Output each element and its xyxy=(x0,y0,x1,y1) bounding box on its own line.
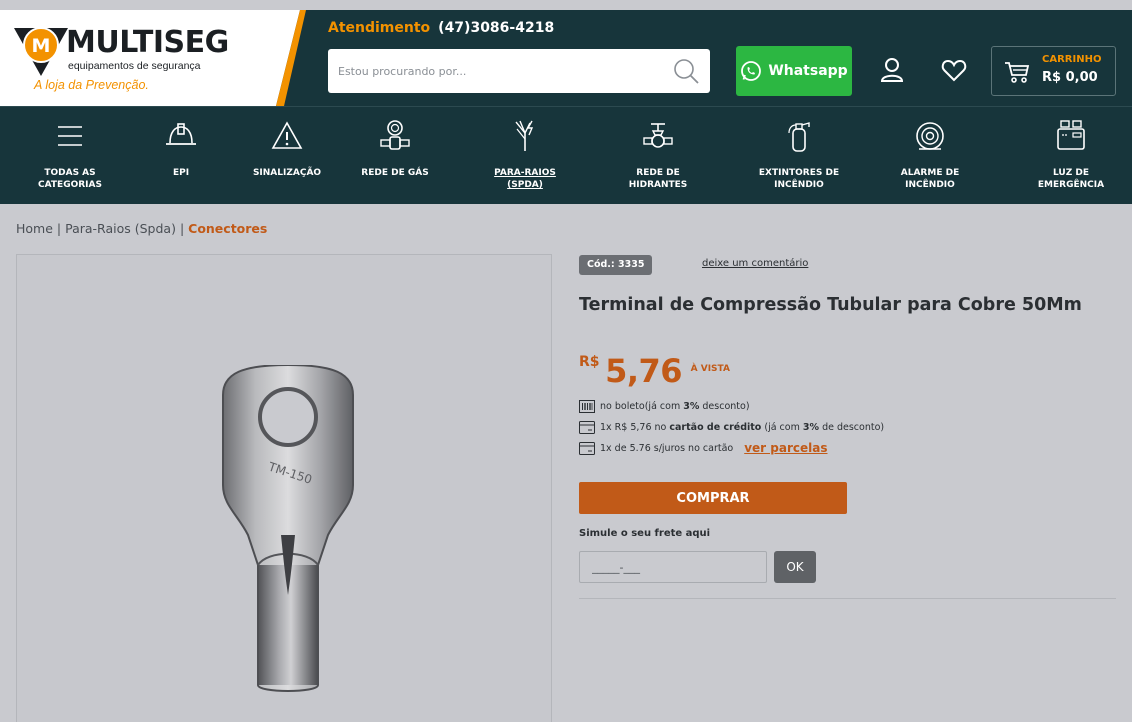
divider xyxy=(579,598,1116,599)
nav-item-rede-de-gas[interactable]: REDE DE GÁS xyxy=(340,107,450,205)
nav-label: SINALIZAÇÃO xyxy=(252,168,322,178)
credit-card-icon xyxy=(579,441,595,455)
credit-card-icon xyxy=(579,421,595,434)
whatsapp-icon xyxy=(741,61,762,81)
nav-label: ALARME DE INCÊNDIO xyxy=(900,168,960,190)
payment-boleto: no boleto(já com 3% desconto) xyxy=(579,400,750,413)
logo-panel[interactable]: M MULTISEG equipamentos de segurança A l… xyxy=(0,10,300,106)
nav-item-todas-categorias[interactable]: TODAS AS CATEGORIAS xyxy=(15,107,125,205)
nav-item-extintores[interactable]: EXTINTORES DE INCÊNDIO xyxy=(744,107,854,205)
price-currency: R$ xyxy=(579,354,600,370)
ver-parcelas-link[interactable]: ver parcelas xyxy=(744,441,827,455)
svg-text:M: M xyxy=(32,35,51,57)
user-icon[interactable] xyxy=(878,56,906,84)
nav-item-sinalizacao[interactable]: SINALIZAÇÃO xyxy=(232,107,342,205)
nav-label: PARA-RAIOS (SPDA) xyxy=(494,168,556,190)
logo-shield-icon: M xyxy=(14,27,68,76)
menu-icon xyxy=(58,126,82,146)
search-box xyxy=(328,49,710,93)
fire-extinguisher-icon xyxy=(788,122,810,152)
nav-item-luz-emergencia[interactable]: LUZ DE EMERGÊNCIA xyxy=(1016,107,1126,205)
logo-name: MULTISEG xyxy=(66,25,229,60)
nav-label: LUZ DE EMERGÊNCIA xyxy=(1037,168,1105,190)
price-note: À VISTA xyxy=(690,364,730,374)
whatsapp-label: Whatsapp xyxy=(768,63,848,79)
helmet-icon xyxy=(166,123,196,145)
atendimento-info: Atendimento (47)3086-4218 xyxy=(328,20,554,36)
nav-label: REDE DE HIDRANTES xyxy=(628,168,688,190)
nav-item-epi[interactable]: EPI xyxy=(126,107,236,205)
whatsapp-button[interactable]: Whatsapp xyxy=(736,46,852,96)
logo-tagline: A loja da Prevenção. xyxy=(34,78,149,92)
hydrant-valve-icon xyxy=(643,123,673,148)
category-nav: TODAS AS CATEGORIAS EPI SINALIZAÇÃO REDE … xyxy=(0,106,1132,204)
nav-label: REDE DE GÁS xyxy=(361,168,429,178)
nav-label: TODAS AS CATEGORIAS xyxy=(38,168,102,190)
product-image-frame[interactable]: TM-150 xyxy=(16,254,552,722)
barcode-icon xyxy=(579,400,595,413)
cart-label: CARRINHO xyxy=(1042,54,1102,65)
nav-label: EPI xyxy=(172,168,190,178)
cart-icon xyxy=(1005,62,1030,83)
phone-number[interactable]: (47)3086-4218 xyxy=(438,20,554,36)
comment-link[interactable]: deixe um comentário xyxy=(702,258,808,269)
nav-item-alarme[interactable]: ALARME DE INCÊNDIO xyxy=(875,107,985,205)
search-input[interactable] xyxy=(338,61,658,81)
shipping-ok-button[interactable]: OK xyxy=(774,551,816,583)
search-icon[interactable] xyxy=(672,57,700,85)
price-value: 5,76 xyxy=(605,352,683,390)
breadcrumb-separator: | xyxy=(179,221,185,236)
breadcrumb-current[interactable]: Conectores xyxy=(188,221,267,236)
breadcrumb: Home | Para-Raios (Spda) | Conectores xyxy=(16,221,267,236)
nav-item-rede-de-hidrantes[interactable]: REDE DE HIDRANTES xyxy=(603,107,713,205)
cep-input[interactable] xyxy=(579,551,767,583)
lightning-rod-icon xyxy=(515,120,534,151)
breadcrumb-category[interactable]: Para-Raios (Spda) xyxy=(65,221,176,236)
gas-meter-icon xyxy=(380,120,410,150)
payment-credit: 1x R$ 5,76 no cartão de crédito (já com … xyxy=(579,421,884,434)
buy-button[interactable]: COMPRAR xyxy=(579,482,847,514)
cart-button[interactable]: CARRINHO R$ 0,00 xyxy=(991,46,1116,96)
product-title: Terminal de Compressão Tubular para Cobr… xyxy=(579,295,1082,315)
site-header: M MULTISEG equipamentos de segurança A l… xyxy=(0,10,1132,106)
product-image: TM-150 xyxy=(222,365,354,692)
shipping-label: Simule o seu frete aqui xyxy=(579,528,711,539)
top-border xyxy=(0,0,1132,10)
cart-value: R$ 0,00 xyxy=(1042,70,1098,85)
breadcrumb-separator: | xyxy=(56,221,62,236)
breadcrumb-home[interactable]: Home xyxy=(16,221,53,236)
fire-alarm-icon xyxy=(916,122,944,150)
nav-item-para-raios[interactable]: PARA-RAIOS (SPDA) xyxy=(470,107,580,205)
product-price: R$ 5,76 À VISTA xyxy=(579,352,730,390)
nav-label: EXTINTORES DE INCÊNDIO xyxy=(758,168,840,190)
atendimento-label: Atendimento xyxy=(328,20,431,36)
logo-subtitle: equipamentos de segurança xyxy=(68,60,201,72)
payment-installments: 1x de 5.76 s/juros no cartão ver parcela… xyxy=(579,441,828,455)
heart-icon[interactable] xyxy=(940,56,968,84)
warning-triangle-icon xyxy=(271,121,303,149)
product-code-badge: Cód.: 3335 xyxy=(579,255,653,275)
emergency-light-icon xyxy=(1057,120,1085,150)
